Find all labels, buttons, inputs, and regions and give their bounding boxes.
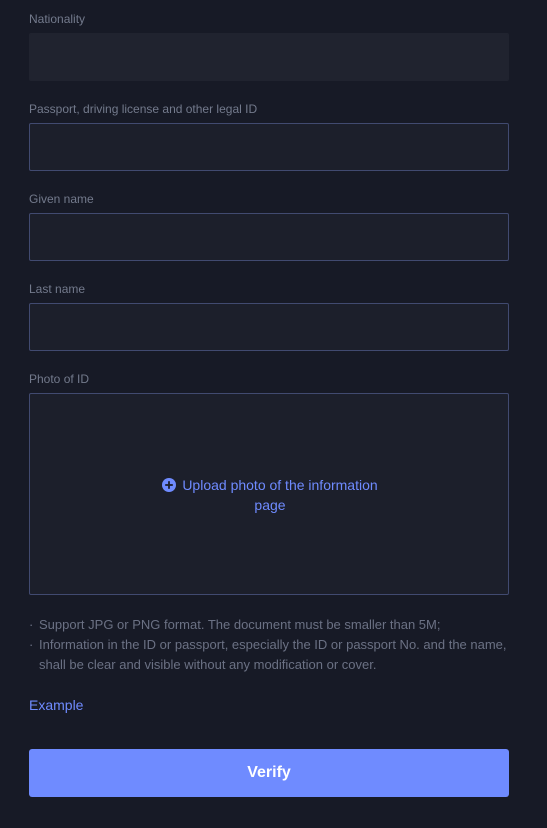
- upload-requirements: · Support JPG or PNG format. The documen…: [29, 615, 519, 675]
- bullet: ·: [29, 637, 34, 652]
- last-name-field[interactable]: [29, 303, 509, 351]
- requirement-item: · Support JPG or PNG format. The documen…: [29, 615, 519, 635]
- given-name-label: Given name: [29, 192, 94, 206]
- verify-button[interactable]: Verify: [29, 749, 509, 797]
- bullet: ·: [29, 617, 34, 632]
- upload-prompt[interactable]: Upload photo of the information page: [148, 475, 392, 515]
- requirement-text: Information in the ID or passport, espec…: [39, 637, 507, 672]
- nationality-input[interactable]: [30, 34, 508, 80]
- plus-circle-icon: [162, 478, 177, 492]
- given-name-input[interactable]: [30, 214, 508, 260]
- example-link[interactable]: Example: [29, 697, 83, 713]
- nationality-label: Nationality: [29, 12, 86, 26]
- given-name-field[interactable]: [29, 213, 509, 261]
- legal-id-label: Passport, driving license and other lega…: [29, 102, 258, 116]
- photo-upload-area[interactable]: Upload photo of the information page: [29, 393, 509, 595]
- last-name-label: Last name: [29, 282, 86, 296]
- nationality-field[interactable]: [29, 33, 509, 81]
- legal-id-field[interactable]: [29, 123, 509, 171]
- upload-text-line2: page: [254, 497, 286, 513]
- id-verification-form: Nationality Passport, driving license an…: [0, 0, 547, 828]
- requirement-item: · Information in the ID or passport, esp…: [29, 635, 519, 675]
- photo-of-id-label: Photo of ID: [29, 372, 90, 386]
- upload-text-line1: Upload photo of the information: [182, 477, 378, 493]
- legal-id-input[interactable]: [30, 124, 508, 170]
- requirement-text: Support JPG or PNG format. The document …: [39, 617, 441, 632]
- last-name-input[interactable]: [30, 304, 508, 350]
